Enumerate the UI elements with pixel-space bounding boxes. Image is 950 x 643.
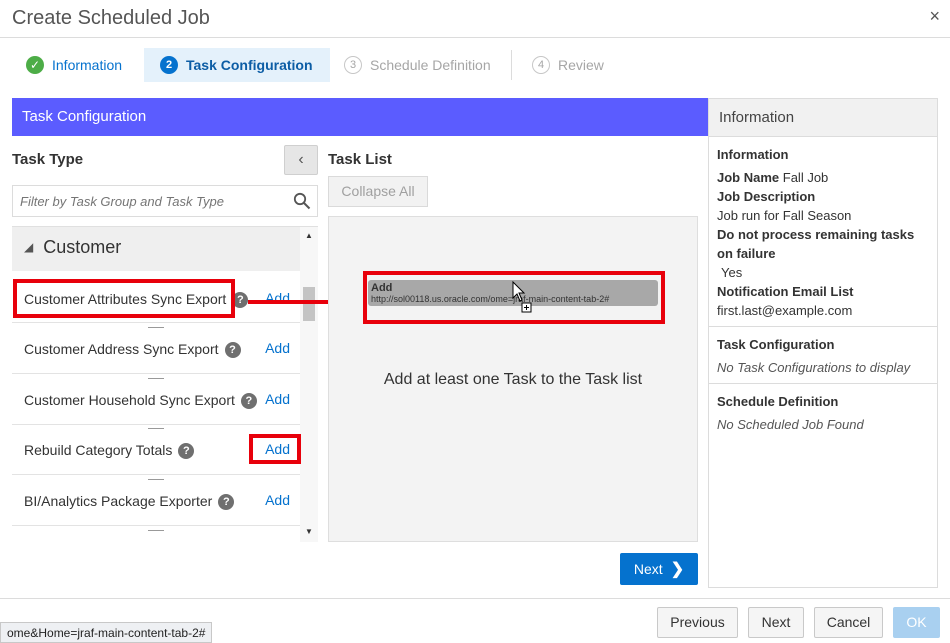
scroll-up-icon[interactable]: ▲ — [305, 231, 313, 240]
previous-button[interactable]: Previous — [657, 607, 738, 638]
checkmark-icon: ✓ — [26, 56, 44, 74]
schedule-section: Schedule Definition No Scheduled Job Fou… — [709, 384, 937, 440]
task-row[interactable]: Customer Address Sync Export? Add — [12, 324, 300, 374]
drag-handle-icon[interactable] — [148, 378, 164, 379]
task-name: Customer Household Sync Export — [24, 392, 235, 408]
task-list-scrollbar[interactable]: ▲ ▼ — [300, 227, 318, 542]
schedule-empty: No Scheduled Job Found — [717, 417, 864, 432]
status-bar-url: ome&Home=jraf-main-content-tab-2# — [0, 622, 213, 643]
close-icon[interactable]: × — [929, 6, 940, 27]
task-name: Rebuild Category Totals — [24, 442, 173, 458]
job-name-value: Fall Job — [782, 170, 829, 185]
task-row[interactable] — [12, 527, 300, 542]
drag-copy-cursor-icon — [512, 281, 532, 313]
next-button-label: Next — [633, 561, 663, 577]
task-type-list: ◢ Customer Customer Attributes Sync Expor… — [12, 226, 318, 542]
scroll-down-icon[interactable]: ▼ — [305, 527, 313, 536]
train-step-label: Schedule Definition — [370, 57, 491, 73]
train-step-label: Task Configuration — [186, 57, 313, 73]
add-task-link[interactable]: Add — [264, 340, 300, 356]
next-button[interactable]: Next — [748, 607, 804, 638]
task-list-drop-zone[interactable]: Add at least one Task to the Task list — [328, 216, 698, 542]
info-section: Information Job Name Fall Job Job Descri… — [709, 137, 937, 327]
task-name: Customer Address Sync Export — [24, 341, 219, 357]
search-icon[interactable] — [293, 192, 311, 210]
train-step-information[interactable]: ✓ Information — [12, 48, 142, 82]
ok-button: OK — [893, 607, 940, 638]
task-list-empty-message: Add at least one Task to the Task list — [383, 371, 643, 388]
dnp-label: Do not process remaining tasks on failur… — [717, 227, 915, 261]
drag-handle-icon[interactable] — [148, 530, 164, 531]
task-config-empty: No Task Configurations to display — [717, 360, 911, 375]
chevron-right-icon: ❯ — [670, 561, 685, 578]
task-config-section-heading: Task Configuration — [717, 337, 835, 352]
info-panel-title: Information — [709, 99, 937, 137]
job-description-label: Job Description — [717, 189, 816, 204]
email-list-value: first.last@example.com — [717, 303, 853, 318]
train-step-review: 4 Review — [532, 48, 632, 82]
task-config-next-button[interactable]: Next ❯ — [620, 553, 698, 585]
collapse-panel-button[interactable]: ‹ — [284, 145, 318, 175]
annotation-box-source-task — [13, 279, 235, 318]
step-number-badge: 3 — [344, 56, 362, 74]
train-step-schedule-definition: 3 Schedule Definition — [344, 48, 510, 82]
task-row[interactable]: Customer Household Sync Export? Add — [12, 375, 300, 425]
task-group-customer[interactable]: ◢ Customer — [12, 227, 300, 271]
add-task-link[interactable]: Add — [264, 492, 300, 508]
train-step-label: Information — [52, 57, 123, 73]
add-task-link[interactable]: Add — [264, 391, 300, 407]
task-filter-input[interactable] — [13, 186, 283, 216]
help-icon[interactable]: ? — [178, 443, 195, 459]
train-step-task-configuration[interactable]: 2 Task Configuration — [144, 48, 330, 82]
annotation-box-add-link — [249, 434, 301, 464]
drag-handle-icon[interactable] — [148, 428, 164, 429]
drag-handle-icon[interactable] — [148, 479, 164, 480]
task-name: BI/Analytics Package Exporter — [24, 493, 213, 509]
info-section-heading: Information — [717, 147, 789, 162]
scrollbar-thumb[interactable] — [303, 287, 315, 321]
collapse-all-button: Collapse All — [328, 176, 428, 207]
task-list-label: Task List — [328, 151, 392, 168]
dialog-title: Create Scheduled Job — [12, 7, 210, 29]
dnp-value: Yes — [721, 265, 743, 280]
email-list-label: Notification Email List — [717, 284, 854, 299]
task-config-section: Task Configuration No Task Configuration… — [709, 327, 937, 384]
step-number-badge: 2 — [160, 56, 178, 74]
help-icon[interactable]: ? — [218, 494, 235, 510]
help-icon[interactable]: ? — [224, 342, 241, 358]
task-configuration-header: Task Configuration — [12, 98, 708, 136]
schedule-section-heading: Schedule Definition — [717, 394, 839, 409]
task-group-label: Customer — [43, 237, 122, 257]
dialog-title-bar: Create Scheduled Job × — [0, 0, 950, 38]
step-number-badge: 4 — [532, 56, 550, 74]
task-row[interactable]: BI/Analytics Package Exporter? Add — [12, 476, 300, 526]
job-description-value: Job run for Fall Season — [717, 208, 852, 223]
drag-handle-icon[interactable] — [148, 327, 164, 328]
wizard-train: ✓ Information 2 Task Configuration 3 Sch… — [12, 48, 938, 82]
collapse-triangle-icon: ◢ — [24, 240, 34, 254]
task-type-label: Task Type — [12, 151, 84, 168]
help-icon[interactable]: ? — [240, 393, 257, 409]
information-panel: Information Information Job Name Fall Jo… — [708, 98, 938, 588]
task-filter-field[interactable] — [12, 185, 318, 217]
train-divider — [511, 50, 512, 80]
cancel-button[interactable]: Cancel — [814, 607, 883, 638]
chevron-left-icon: ‹ — [298, 151, 304, 168]
job-name-label: Job Name — [717, 170, 780, 185]
train-step-label: Review — [558, 57, 604, 73]
